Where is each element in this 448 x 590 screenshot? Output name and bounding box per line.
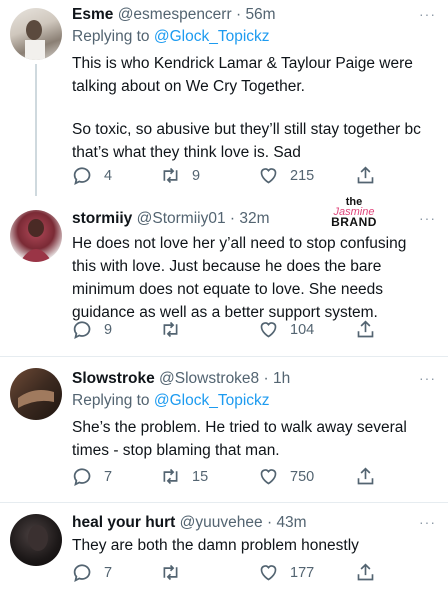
heart-icon xyxy=(260,168,277,184)
action-bar: 9 104 xyxy=(72,319,412,343)
more-options-icon[interactable]: ··· xyxy=(419,514,436,530)
replying-to-label: Replying to xyxy=(72,392,150,409)
retweet-icon xyxy=(163,564,178,581)
share-icon xyxy=(357,563,374,581)
divider xyxy=(0,502,448,503)
user-handle[interactable]: @esmespencerr xyxy=(118,6,232,23)
heart-icon xyxy=(260,565,277,581)
display-name[interactable]: heal your hurt xyxy=(72,514,175,531)
reply-button[interactable]: 4 xyxy=(72,165,112,186)
retweet-button[interactable]: 15 xyxy=(160,466,208,487)
action-bar: 7 177 xyxy=(72,562,412,586)
user-handle[interactable]: @Stormiiy01 xyxy=(137,210,226,227)
retweet-icon xyxy=(163,468,178,485)
tweet-text: He does not love her y’all need to stop … xyxy=(72,232,434,324)
reply-icon xyxy=(73,167,91,186)
like-count: 177 xyxy=(290,564,315,581)
like-count: 215 xyxy=(290,167,315,184)
display-name[interactable]: Slowstroke xyxy=(72,370,155,387)
avatar[interactable] xyxy=(10,514,62,566)
user-handle[interactable]: @yuuvehee xyxy=(180,514,263,531)
user-handle[interactable]: @Slowstroke8 xyxy=(159,370,259,387)
tweet-stormiiy[interactable]: stormiiy @Stormiiy01 · 32m He does not l… xyxy=(0,200,448,352)
reply-count: 9 xyxy=(104,321,113,338)
reply-button[interactable]: 7 xyxy=(72,466,112,487)
timestamp[interactable]: 32m xyxy=(239,210,269,227)
reply-icon xyxy=(73,468,91,487)
avatar[interactable] xyxy=(10,368,62,420)
like-button[interactable]: 750 xyxy=(258,466,314,487)
reply-icon xyxy=(73,321,91,340)
timestamp[interactable]: 56m xyxy=(245,6,275,23)
share-icon xyxy=(357,320,374,338)
tweet-slowstroke[interactable]: Slowstroke @Slowstroke8 · 1h Replying to… xyxy=(0,360,448,500)
mention-link[interactable]: @Glock_Topickz xyxy=(154,28,270,45)
reply-button[interactable]: 9 xyxy=(72,319,112,340)
heart-icon xyxy=(260,322,277,338)
tweet-paragraph: He does not love her y’all need to stop … xyxy=(72,235,407,321)
separator-dot: · xyxy=(235,6,242,23)
more-options-icon[interactable]: ··· xyxy=(419,370,436,386)
more-options-icon[interactable]: ··· xyxy=(419,210,436,226)
replying-to: Replying to @Glock_Topickz xyxy=(72,26,434,48)
reply-count: 4 xyxy=(104,167,113,184)
like-count: 104 xyxy=(290,321,315,338)
like-button[interactable]: 104 xyxy=(258,319,314,340)
tweet-text: She’s the problem. He tried to walk away… xyxy=(72,416,434,462)
tweet-header: stormiiy @Stormiiy01 · 32m xyxy=(72,208,434,230)
like-button[interactable]: 177 xyxy=(258,562,314,583)
display-name[interactable]: stormiiy xyxy=(72,210,132,227)
retweet-count: 15 xyxy=(192,468,209,485)
share-icon xyxy=(357,166,374,184)
reply-button[interactable]: 7 xyxy=(72,562,112,583)
tweet-paragraph: This is who Kendrick Lamar & Taylour Pai… xyxy=(72,55,413,95)
reply-count: 7 xyxy=(104,468,113,485)
share-button[interactable] xyxy=(355,562,376,583)
retweet-count: 9 xyxy=(192,167,201,184)
separator-dot: · xyxy=(229,210,236,227)
timestamp[interactable]: 1h xyxy=(273,370,290,387)
tweet-paragraph: So toxic, so abusive but they’ll still s… xyxy=(72,121,421,161)
retweet-icon xyxy=(163,167,178,184)
tweet-heal-your-hurt[interactable]: heal your hurt @yuuvehee · 43m They are … xyxy=(0,506,448,590)
share-icon xyxy=(357,467,374,485)
tweet-text: This is who Kendrick Lamar & Taylour Pai… xyxy=(72,52,434,164)
thread-line xyxy=(35,64,37,196)
share-button[interactable] xyxy=(355,466,376,487)
replying-to: Replying to @Glock_Topickz xyxy=(72,390,434,412)
like-count: 750 xyxy=(290,468,315,485)
tweet-paragraph: She’s the problem. He tried to walk away… xyxy=(72,419,407,459)
avatar[interactable] xyxy=(10,210,62,262)
avatar[interactable] xyxy=(10,8,62,60)
tweet-header: Esme @esmespencerr · 56m xyxy=(72,4,434,26)
heart-icon xyxy=(260,469,277,485)
tweet-header: heal your hurt @yuuvehee · 43m xyxy=(72,512,434,534)
share-button[interactable] xyxy=(355,165,376,186)
separator-dot: · xyxy=(263,370,269,387)
retweet-button[interactable]: 9 xyxy=(160,165,200,186)
retweet-icon xyxy=(163,321,178,338)
mention-link[interactable]: @Glock_Topickz xyxy=(154,392,270,409)
action-bar: 4 9 215 xyxy=(72,165,412,189)
divider xyxy=(0,356,448,357)
tweet-esme[interactable]: Esme @esmespencerr · 56m Replying to @Gl… xyxy=(0,0,448,196)
tweet-text: They are both the damn problem honestly xyxy=(72,534,434,557)
timestamp[interactable]: 43m xyxy=(276,514,306,531)
reply-icon xyxy=(73,564,91,583)
retweet-button[interactable] xyxy=(160,319,192,340)
share-button[interactable] xyxy=(355,319,376,340)
display-name[interactable]: Esme xyxy=(72,6,113,23)
more-options-icon[interactable]: ··· xyxy=(419,6,436,22)
like-button[interactable]: 215 xyxy=(258,165,314,186)
tweet-paragraph: They are both the damn problem honestly xyxy=(72,537,359,554)
reply-count: 7 xyxy=(104,564,113,581)
separator-dot: · xyxy=(266,514,273,531)
retweet-button[interactable] xyxy=(160,562,192,583)
replying-to-label: Replying to xyxy=(72,28,150,45)
action-bar: 7 15 750 xyxy=(72,466,412,490)
tweet-header: Slowstroke @Slowstroke8 · 1h xyxy=(72,368,434,390)
